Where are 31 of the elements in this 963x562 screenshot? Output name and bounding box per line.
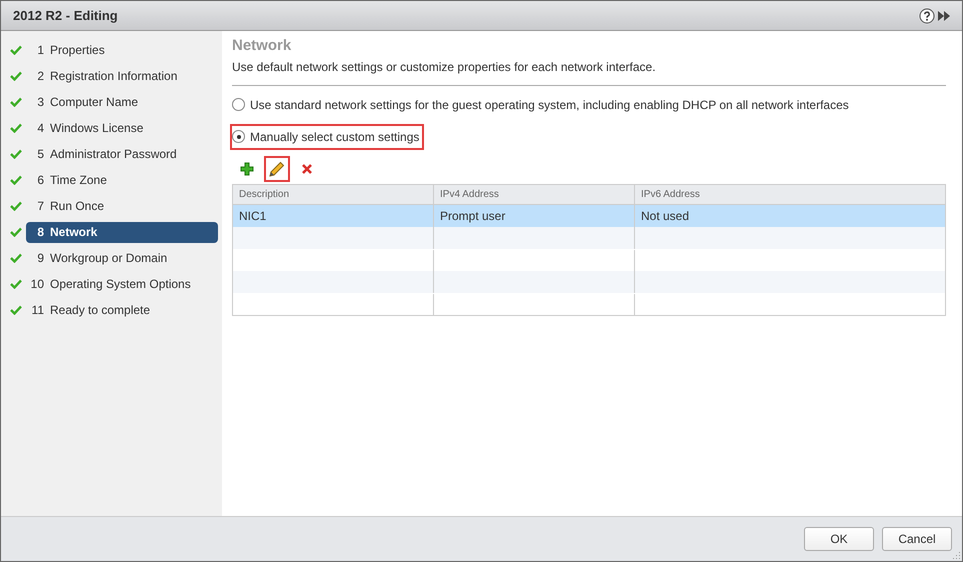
radio-option[interactable]: Use standard network settings for the guest operating system, including enabling DHCP on all network interfaces xyxy=(232,94,852,116)
column-header[interactable]: IPv6 Address xyxy=(635,184,945,204)
radio-button[interactable] xyxy=(232,98,245,111)
wizard-step[interactable]: 8 Network xyxy=(26,222,218,242)
wizard-step[interactable]: 2 Registration Information xyxy=(26,66,218,86)
help-icon[interactable] xyxy=(919,8,935,24)
wizard-step[interactable]: 6 Time Zone xyxy=(26,170,218,190)
column-header[interactable]: Description xyxy=(233,184,434,204)
column-header[interactable]: IPv4 Address xyxy=(434,184,635,204)
delete-icon xyxy=(301,162,313,174)
radio-button[interactable] xyxy=(232,130,245,143)
page-title: Network xyxy=(232,36,292,56)
fast-forward-icon[interactable] xyxy=(938,10,950,20)
wizard-step[interactable]: 7 Run Once xyxy=(26,196,218,216)
table-row[interactable]: NIC1 Prompt user Not used xyxy=(233,204,945,226)
window-title: 2012 R2 - Editing xyxy=(13,6,118,25)
dialog-button[interactable]: OK xyxy=(804,527,874,551)
wizard-step[interactable]: 9 Workgroup or Domain xyxy=(26,248,218,268)
wizard-step[interactable]: 1 Properties xyxy=(26,40,218,60)
table-cell-text: Not used xyxy=(640,208,690,224)
page-description: Use default network settings or customize properties for each network interface. xyxy=(232,58,946,86)
wizard-step[interactable]: 11 Ready to complete xyxy=(26,300,218,320)
pencil-icon xyxy=(269,160,285,176)
wizard-step[interactable]: 4 Windows License xyxy=(26,118,218,138)
wizard-step[interactable]: 3 Computer Name xyxy=(26,92,218,112)
radio-option[interactable]: Manually select custom settings xyxy=(232,126,422,148)
pencil-button[interactable] xyxy=(266,158,288,180)
wizard-step[interactable]: 10 Operating System Options xyxy=(26,274,218,294)
dialog-button[interactable]: Cancel xyxy=(882,527,952,551)
add-icon xyxy=(240,162,254,176)
wizard-step[interactable]: 5 Administrator Password xyxy=(26,144,218,164)
